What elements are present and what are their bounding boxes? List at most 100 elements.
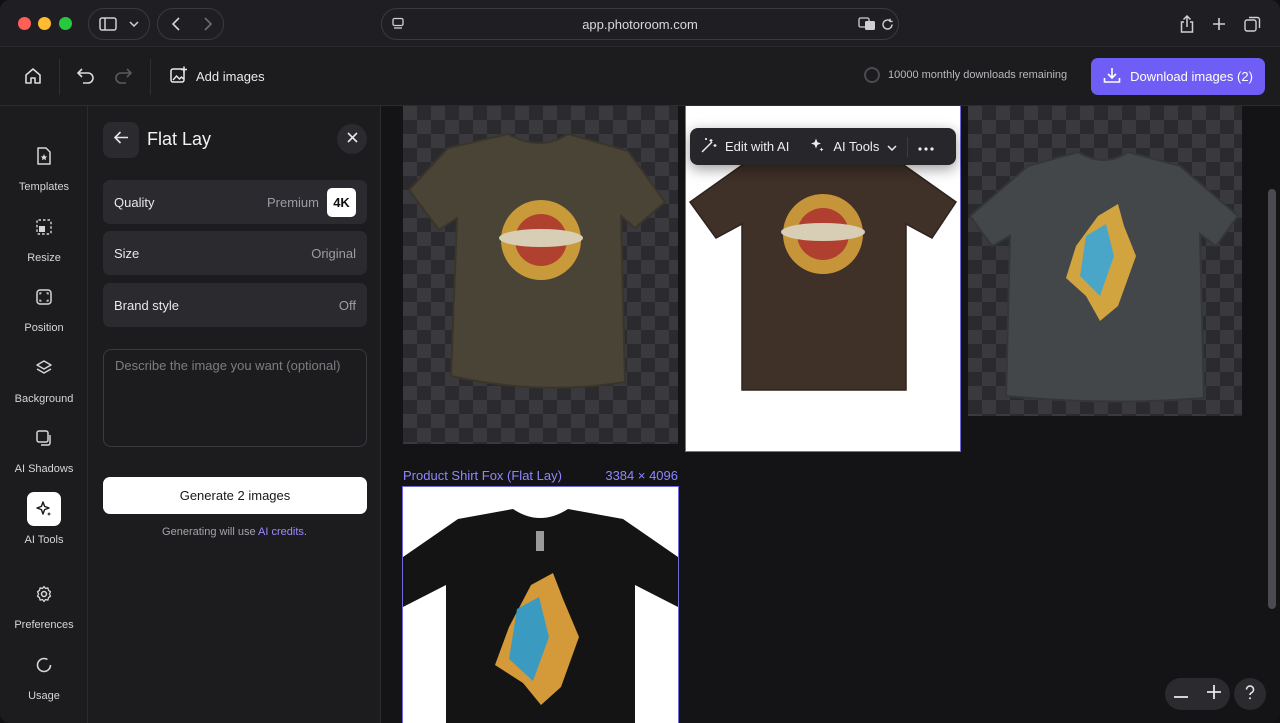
downloads-remaining-text: 10000 monthly downloads remaining [888,69,1068,81]
resolution-badge: 4K [327,187,356,217]
zoom-controls [1165,678,1230,710]
add-images-label: Add images [196,68,265,84]
rail-item-label: Resize [27,252,61,264]
rail-item-ai-tools[interactable]: AI Tools [0,492,88,546]
address-bar[interactable]: app.photoroom.com [381,8,899,40]
rail-item-label: Background [14,393,74,405]
more-options-button[interactable] [918,139,934,154]
back-button[interactable] [103,122,139,158]
downloads-remaining: 10000 monthly downloads remaining [864,67,1067,83]
edit-with-ai-button[interactable]: Edit with AI [700,137,789,157]
tab-overview-icon[interactable] [1242,14,1262,34]
minimize-window-button[interactable] [38,17,51,30]
home-icon[interactable] [21,64,45,88]
sidebar-toggle-button[interactable] [88,8,150,40]
help-button[interactable] [1234,678,1266,710]
share-icon[interactable] [1177,14,1197,34]
browser-chrome: app.photoroom.com [0,0,1280,47]
tool-rail: Templates Resize Position Background AI … [0,106,88,723]
rail-item-usage[interactable]: Usage [0,648,88,702]
position-icon [27,280,61,314]
setting-value: Off [338,297,356,313]
tshirt-image [968,150,1240,403]
rail-item-label: Usage [28,690,60,702]
rail-item-label: Templates [18,181,70,193]
arrow-left-icon [113,131,129,149]
rail-item-label: AI Shadows [14,463,74,475]
tshirt-image [403,509,678,723]
edit-with-ai-label: Edit with AI [725,139,790,154]
credits-note: Generating will use AI credits. [88,526,381,538]
ai-credits-link[interactable]: AI credits [258,526,304,538]
layers-icon [27,351,61,385]
shadow-icon [27,421,61,455]
gear-icon [27,577,61,611]
rail-item-background[interactable]: Background [0,351,88,405]
download-label: Download images (2) [1130,69,1253,84]
image-name[interactable]: Product Shirt Fox (Flat Lay) [403,468,562,483]
panel-title: Flat Lay [147,129,212,149]
add-images-button[interactable]: Add images [170,64,265,88]
setting-value: Premium [266,194,319,210]
toolbar-divider [150,59,151,95]
back-arrow-icon[interactable] [168,16,184,32]
canvas-scrollbar[interactable] [1268,189,1276,609]
close-icon [346,130,358,148]
image-caption: Product Shirt Fox (Flat Lay) 3384 × 4096 [403,468,678,483]
sparkle-icon [809,137,825,156]
history-navigation [157,8,224,40]
ai-tools-label: AI Tools [833,139,880,154]
generate-button[interactable]: Generate 2 images [103,477,367,514]
page-menu-icon[interactable] [390,16,406,32]
undo-icon[interactable] [74,64,98,88]
floating-action-bar: Edit with AI AI Tools [690,128,956,165]
redo-icon[interactable] [111,64,135,88]
image-card[interactable] [402,486,679,723]
add-image-icon [170,66,188,87]
close-panel-button[interactable] [337,124,367,154]
rail-item-resize[interactable]: Resize [0,210,88,264]
chevron-down-icon [127,17,141,31]
rail-item-position[interactable]: Position [0,280,88,334]
new-tab-icon[interactable] [1209,14,1229,34]
image-card[interactable] [968,106,1242,416]
forward-arrow-icon[interactable] [200,16,216,32]
zoom-window-button[interactable] [59,17,72,30]
usage-ring-icon [27,648,61,682]
bar-divider [907,136,909,157]
magic-wand-icon [700,137,717,157]
setting-value: Original [311,245,356,261]
rail-item-label: Preferences [14,619,74,631]
template-icon [27,139,61,173]
rail-item-templates[interactable]: Templates [0,139,88,193]
image-card[interactable] [403,106,678,444]
close-window-button[interactable] [18,17,31,30]
chevron-down-icon [887,139,897,154]
ai-tools-dropdown[interactable]: AI Tools [809,137,897,156]
quality-setting[interactable]: Quality Premium 4K [103,180,367,224]
zoom-out-icon[interactable] [1174,685,1189,703]
resize-icon [27,210,61,244]
download-icon [1103,67,1121,87]
usage-ring-icon [864,67,880,83]
size-setting[interactable]: Size Original [103,231,367,275]
zoom-in-icon[interactable] [1206,684,1221,704]
brand-style-setting[interactable]: Brand style Off [103,283,367,327]
sidebar-icon [99,16,117,32]
app-toolbar: Add images 10000 monthly downloads remai… [0,47,1280,106]
rail-item-preferences[interactable]: Preferences [0,577,88,631]
reload-icon[interactable] [879,16,895,32]
rail-item-ai-shadows[interactable]: AI Shadows [0,421,88,475]
credits-suffix: . [303,526,307,538]
download-images-button[interactable]: Download images (2) [1091,58,1265,95]
image-dimensions: 3384 × 4096 [605,468,678,483]
more-icon [918,139,934,154]
tshirt-image [407,132,667,389]
setting-label: Quality [114,194,155,210]
question-mark-icon [1245,684,1255,704]
translate-icon[interactable] [858,16,876,32]
url-text: app.photoroom.com [582,16,698,32]
setting-label: Size [114,245,140,261]
image-canvas: Product Shirt Fox (Flat Lay) 3384 × 4096… [381,106,1280,723]
prompt-input[interactable] [103,349,367,447]
